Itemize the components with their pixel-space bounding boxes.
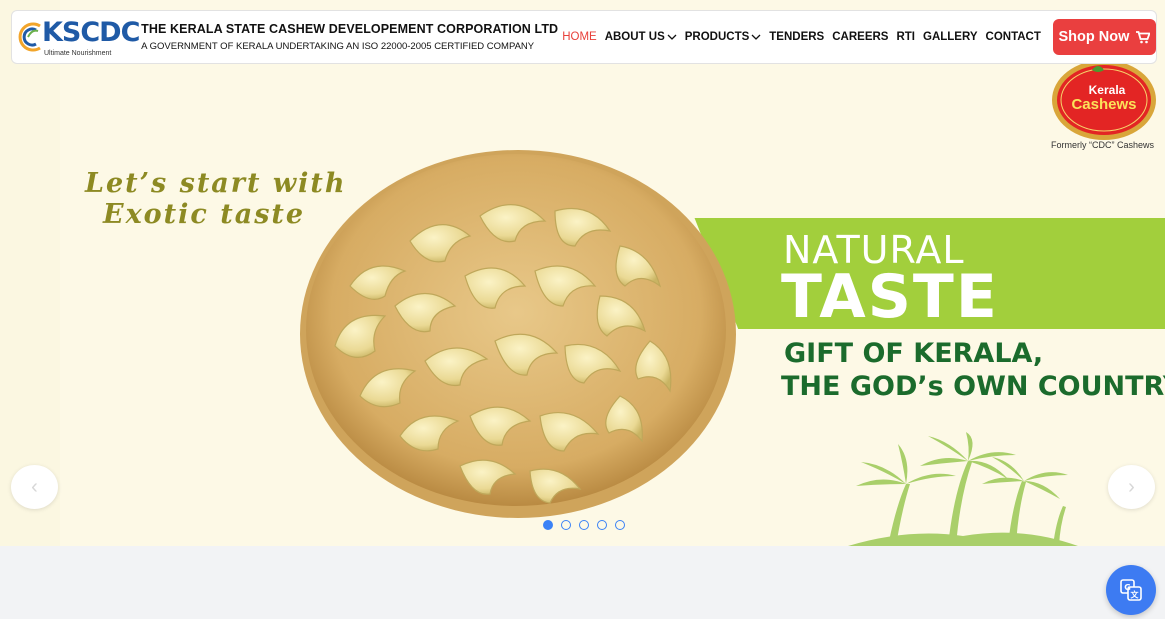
carousel-dot[interactable] [543,520,553,530]
shop-now-button[interactable]: Shop Now [1052,19,1156,55]
org-subtitle: A GOVERNMENT OF KERALA UNDERTAKING AN IS… [141,41,535,52]
chevron-left-icon: ‹ [31,475,38,498]
nav-gallery[interactable]: GALLERY [923,31,978,43]
carousel-dot[interactable] [615,520,625,530]
cashew-bowl-image [300,150,736,518]
hero-edge [0,0,60,546]
org-info: THE KERALA STATE CASHEW DEVELOPEMENT COR… [141,22,558,52]
chevron-down-icon [751,34,761,40]
carousel-dot[interactable] [579,520,589,530]
main-nav: HOME ABOUT US PRODUCTS TENDERS CAREERS R… [562,31,1049,43]
carousel-dot[interactable] [561,520,571,530]
shop-now-label: Shop Now [1058,29,1130,45]
nav-home[interactable]: HOME [562,31,597,43]
nav-rti[interactable]: RTI [896,31,915,43]
nav-about-us-label: ABOUT US [604,31,665,43]
logo-text: KSCDC [42,17,140,48]
site-header: KSCDC Ultimate Nourishment THE KERALA ST… [11,10,1157,64]
nav-products-label: PRODUCTS [684,31,750,43]
hero-slide: Let’s start with Exotic taste NATURAL TA… [0,0,1165,546]
gift-line-1: GIFT OF KERALA, [784,338,1044,369]
nav-tenders[interactable]: TENDERS [769,31,824,43]
nav-home-label: HOME [562,31,597,43]
palm-trees-illustration [848,432,1078,546]
translate-button[interactable]: G 文 [1106,565,1156,615]
logo-swirl-icon [18,22,41,52]
nav-gallery-label: GALLERY [923,31,978,43]
nav-careers[interactable]: CAREERS [832,31,888,43]
nav-contact-label: CONTACT [985,31,1041,43]
logo-tagline: Ultimate Nourishment [44,50,112,57]
cart-icon [1136,30,1151,43]
badge-brand-kerala: Kerala [1089,83,1126,97]
kscdc-logo[interactable]: KSCDC Ultimate Nourishment [14,14,140,60]
carousel-next-button[interactable]: › [1108,465,1155,509]
carousel-indicators [543,520,625,530]
translate-icon: G 文 [1120,579,1142,601]
svg-text:文: 文 [1131,590,1140,600]
nav-tenders-label: TENDERS [769,31,825,43]
headline-taste: TASTE [781,262,999,332]
carousel-prev-button[interactable]: ‹ [11,465,58,509]
badge-caption: Formerly “CDC” Cashews [1051,140,1155,150]
chevron-right-icon: › [1128,475,1135,498]
nav-about-us[interactable]: ABOUT US [605,31,677,43]
nav-rti-label: RTI [896,31,915,43]
nav-careers-label: CAREERS [832,31,889,43]
gift-line-2: THE GOD’s OWN COUNTRY [781,371,1165,402]
carousel-dot[interactable] [597,520,607,530]
nav-contact[interactable]: CONTACT [986,31,1041,43]
org-name: THE KERALA STATE CASHEW DEVELOPEMENT COR… [141,22,559,36]
nav-products[interactable]: PRODUCTS [685,31,762,43]
badge-brand-cashews: Cashews [1071,96,1136,113]
chevron-down-icon [667,34,677,40]
